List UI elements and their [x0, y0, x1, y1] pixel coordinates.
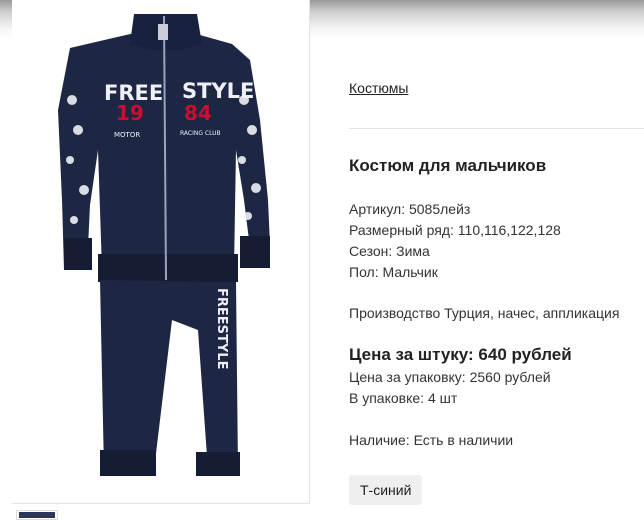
- spec-gender: Пол: Мальчик: [349, 264, 438, 280]
- left-cuff: [64, 238, 92, 270]
- thumbnail[interactable]: [16, 510, 58, 520]
- product-image-frame[interactable]: FREE STYLE 19 84 MOTOR RACING CLUB FREES…: [12, 0, 310, 504]
- price-per-pack: Цена за упаковку: 2560 рублей: [349, 369, 551, 385]
- price-per-item: Цена за штуку: 640 рублей: [349, 345, 572, 364]
- pants-cuff-right: [196, 452, 240, 476]
- variant-button[interactable]: Т-синий: [349, 475, 423, 505]
- zipper-pull: [158, 24, 168, 40]
- spec-article: Артикул: 5085лейз: [349, 201, 471, 217]
- print-racing: RACING CLUB: [180, 130, 221, 137]
- breadcrumb-link[interactable]: Костюмы: [349, 80, 408, 96]
- pants-cuff-left: [100, 450, 156, 476]
- spec-season: Сезон: Зима: [349, 243, 430, 259]
- jacket-waistband: [98, 254, 238, 282]
- pants-print: FREESTYLE: [214, 288, 229, 369]
- product-photo[interactable]: FREE STYLE 19 84 MOTOR RACING CLUB FREES…: [12, 0, 309, 503]
- right-cuff: [240, 236, 270, 268]
- availability: Наличие: Есть в наличии: [349, 432, 514, 448]
- product-title: Костюм для мальчиков: [349, 156, 547, 175]
- print-year-2: 84: [184, 101, 212, 125]
- pack-quantity: В упаковке: 4 шт: [349, 390, 458, 406]
- print-style: STYLE: [182, 79, 254, 103]
- divider: [349, 128, 644, 129]
- product-description: Производство Турция, начес, аппликация: [349, 305, 620, 321]
- print-year-1: 19: [116, 101, 144, 125]
- print-motor: MOTOR: [114, 131, 140, 139]
- spec-size-range: Размерный ряд: 110,116,122,128: [349, 222, 561, 238]
